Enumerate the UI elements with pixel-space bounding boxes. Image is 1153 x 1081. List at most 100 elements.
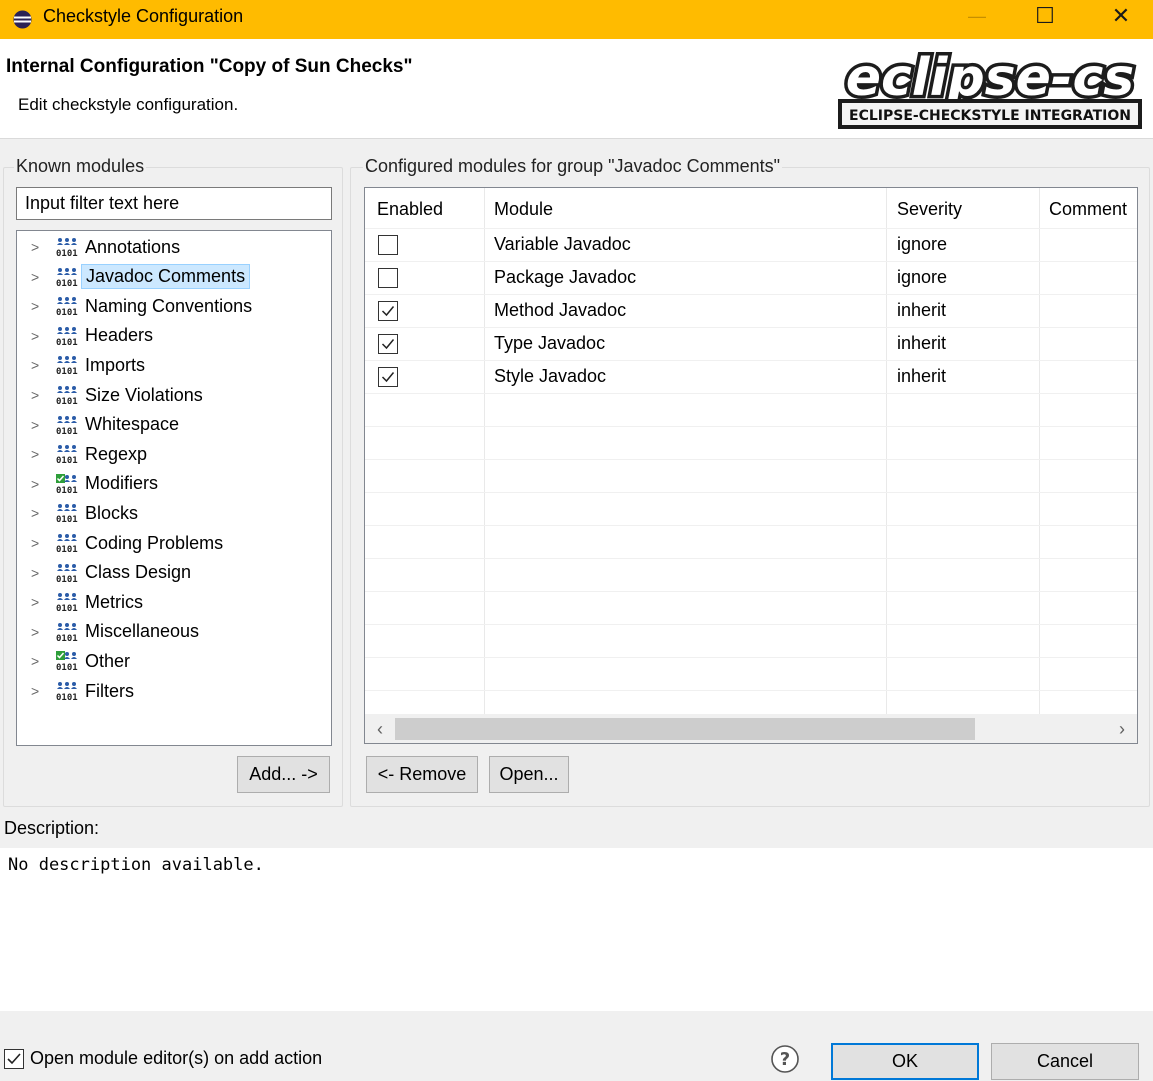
module-cell[interactable]: Variable Javadoc [494,234,631,255]
chevron-right-icon[interactable]: > [31,328,51,344]
minimize-button[interactable]: — [948,0,1006,32]
tree-item-label: Whitespace [85,414,180,435]
tree-item[interactable]: >0101 Imports [17,351,327,379]
module-group-icon: 0101 [56,682,78,701]
chevron-right-icon[interactable]: > [31,565,51,581]
close-button[interactable]: ✕ [1092,0,1150,32]
tree-item[interactable]: >0101 Annotations [17,233,327,261]
severity-cell[interactable]: ignore [897,267,947,288]
open-button[interactable]: Open... [489,756,569,793]
checkmark-icon [7,1053,21,1065]
enabled-checkbox[interactable] [378,235,398,255]
chevron-right-icon[interactable]: > [31,298,51,314]
cancel-button[interactable]: Cancel [991,1043,1139,1080]
tree-item-label: Class Design [85,562,192,583]
chevron-right-icon[interactable]: > [31,417,51,433]
svg-text:0101: 0101 [56,397,78,405]
tree-item[interactable]: >0101 Class Design [17,559,327,587]
tree-item[interactable]: >0101 Regexp [17,440,327,468]
tree-item[interactable]: >0101 Naming Conventions [17,292,327,320]
module-group-icon: 0101 [56,504,78,523]
module-group-icon: 0101 [56,534,78,553]
module-group-icon: 0101 [56,238,78,257]
tree-item[interactable]: >0101 Headers [17,322,327,350]
tree-item[interactable]: >0101 Size Violations [17,381,327,409]
chevron-right-icon[interactable]: > [31,624,51,640]
chevron-right-icon[interactable]: > [31,269,51,285]
enabled-checkbox[interactable] [378,367,398,387]
configured-modules-table[interactable]: Enabled Module Severity Comment Variable… [364,187,1138,744]
tree-item[interactable]: >0101 Modifiers [17,470,327,498]
tree-item[interactable]: >0101 Miscellaneous [17,618,327,646]
row-divider [365,492,1137,493]
enabled-checkbox[interactable] [378,334,398,354]
tree-item-label: Annotations [85,236,181,257]
svg-text:0101: 0101 [56,545,78,553]
chevron-right-icon[interactable]: > [31,239,51,255]
chevron-right-icon[interactable]: > [31,387,51,403]
scroll-right-icon[interactable]: › [1110,717,1134,741]
svg-text:0101: 0101 [56,279,78,287]
chevron-right-icon[interactable]: > [31,476,51,492]
svg-text:0101: 0101 [56,456,78,464]
tree-item-label: Other [85,650,131,671]
help-icon[interactable]: ? [769,1043,801,1075]
tree-item[interactable]: >0101 Filters [17,677,327,705]
enabled-checkbox[interactable] [378,301,398,321]
tree-item[interactable]: >0101 Metrics [17,588,327,616]
tree-item[interactable]: >0101 Other [17,647,327,675]
maximize-icon: ☐ [1035,3,1055,28]
help-glyph: ? [780,1049,790,1070]
chevron-right-icon[interactable]: > [31,446,51,462]
close-icon: ✕ [1111,3,1131,28]
open-editor-label[interactable]: Open module editor(s) on add action [30,1048,322,1069]
column-divider [886,188,887,716]
module-cell[interactable]: Method Javadoc [494,300,626,321]
horizontal-scrollbar[interactable]: ‹ › [365,714,1137,743]
svg-text:0101: 0101 [56,693,78,701]
row-divider [365,261,1137,262]
dialog-banner: Internal Configuration "Copy of Sun Chec… [0,39,1153,139]
enabled-checkbox[interactable] [378,268,398,288]
tree-item[interactable]: >0101 Coding Problems [17,529,327,557]
chevron-right-icon[interactable]: > [31,683,51,699]
row-divider [365,624,1137,625]
ok-button[interactable]: OK [831,1043,979,1080]
tree-item-label: Miscellaneous [85,621,200,642]
module-cell[interactable]: Style Javadoc [494,366,606,387]
module-cell[interactable]: Type Javadoc [494,333,605,354]
filter-input[interactable] [16,187,332,220]
tree-item[interactable]: >0101 Javadoc Comments [17,263,327,291]
scrollbar-thumb[interactable] [395,718,975,740]
severity-cell[interactable]: inherit [897,366,946,387]
svg-text:0101: 0101 [56,604,78,612]
tree-item[interactable]: >0101 Whitespace [17,411,327,439]
tree-item-label: Naming Conventions [85,295,253,316]
module-cell[interactable]: Package Javadoc [494,267,636,288]
row-divider [365,393,1137,394]
severity-cell[interactable]: inherit [897,333,946,354]
column-header-severity[interactable]: Severity [897,199,962,220]
tree-item[interactable]: >0101 Blocks [17,499,327,527]
column-header-enabled[interactable]: Enabled [377,199,443,220]
chevron-right-icon[interactable]: > [31,535,51,551]
tree-item-label: Modifiers [85,473,159,494]
column-header-comment[interactable]: Comment [1049,199,1127,220]
chevron-right-icon[interactable]: > [31,653,51,669]
chevron-right-icon[interactable]: > [31,594,51,610]
scroll-left-icon[interactable]: ‹ [368,717,392,741]
chevron-right-icon[interactable]: > [31,505,51,521]
open-editor-checkbox[interactable] [4,1049,24,1069]
severity-cell[interactable]: inherit [897,300,946,321]
add-button[interactable]: Add... -> [237,756,330,793]
severity-cell[interactable]: ignore [897,234,947,255]
maximize-button[interactable]: ☐ [1016,0,1074,32]
column-header-module[interactable]: Module [494,199,553,220]
checkmark-icon [381,306,395,317]
module-tree[interactable]: >0101 Annotations >0101 Javadoc Comments >01… [16,230,332,746]
chevron-right-icon[interactable]: > [31,357,51,373]
column-divider [1039,188,1040,716]
checkmark-icon [381,339,395,350]
row-divider [365,591,1137,592]
remove-button[interactable]: <- Remove [366,756,478,793]
